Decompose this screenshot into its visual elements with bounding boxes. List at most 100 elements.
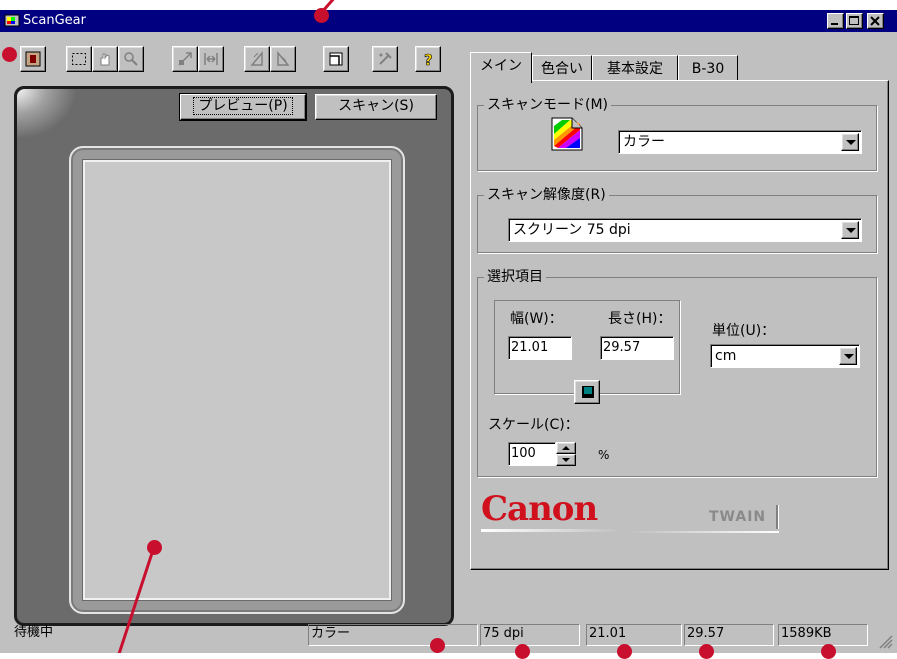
expand-button[interactable] [198, 46, 224, 72]
chevron-down-icon[interactable] [841, 133, 859, 151]
unit-value: cm [715, 348, 737, 364]
status-width: 21.01 [586, 624, 682, 646]
tab-color-label: 色合い [541, 61, 583, 77]
scan-mode-select[interactable]: カラー [618, 130, 862, 154]
rotate-right-button[interactable] [270, 46, 296, 72]
maximize-icon [849, 16, 859, 25]
tab-main[interactable]: メイン [470, 52, 532, 83]
scangear-window: ScanGear ? プレビュー(P) スキャン(S) メイン 色合い 基本設定… [0, 10, 897, 653]
preview-glint [17, 89, 77, 139]
stop-button[interactable] [20, 46, 46, 72]
status-height: 29.57 [684, 624, 774, 646]
preview-area[interactable] [82, 159, 392, 601]
resolution-title: スキャン解像度(R) [484, 186, 609, 204]
window-title: ScanGear [23, 13, 86, 28]
color-mode-icon [551, 117, 583, 151]
resize-grip-icon[interactable] [879, 635, 893, 649]
callout-status-height [699, 644, 714, 659]
status-mode: カラー [308, 624, 478, 646]
callout-status-dpi [515, 644, 530, 659]
canon-logo-text: Canon [481, 489, 598, 529]
frame-icon [329, 52, 343, 66]
help-icon: ? [424, 51, 433, 67]
width-value: 21.01 [511, 340, 549, 355]
scale-spinner[interactable] [556, 442, 576, 466]
help-button[interactable]: ? [415, 46, 441, 72]
canon-logo: Canon [481, 489, 631, 539]
callout-status-size [821, 644, 836, 659]
spin-down-icon[interactable] [556, 454, 576, 466]
fit-icon [178, 52, 192, 66]
chevron-down-icon[interactable] [841, 221, 859, 239]
preview-button-label: プレビュー(P) [193, 97, 293, 115]
tab-basic-settings[interactable]: 基本設定 [592, 55, 678, 81]
callout-preview [147, 540, 162, 555]
preview-panel [14, 86, 454, 626]
scale-label: スケール(C)： [488, 417, 579, 433]
chevron-down-icon[interactable] [839, 347, 857, 365]
zoom-icon [124, 52, 138, 66]
status-size: 1589KB [778, 624, 868, 646]
scale-unit: % [598, 448, 610, 462]
unit-select[interactable]: cm [710, 344, 860, 368]
options-group: 選択項目 幅(W)： 長さ(H)： 21.01 29.57 単位(U)： cm … [477, 268, 877, 477]
frame-button[interactable] [323, 46, 349, 72]
app-icon [4, 14, 20, 27]
twain-logo-text: TWAIN [709, 509, 767, 525]
scan-mode-group: スキャンモード(M) カラー [477, 96, 877, 171]
svg-text:?: ? [424, 51, 433, 67]
twain-bar [776, 505, 778, 529]
status-state: 待機中 [14, 625, 54, 640]
hand-tool-button[interactable] [92, 46, 118, 72]
resolution-value: スクリーン 75 dpi [513, 222, 631, 238]
height-label: 長さ(H)： [608, 311, 672, 327]
scan-mode-value: カラー [623, 134, 665, 150]
preview-button[interactable]: プレビュー(P) [180, 94, 306, 120]
tab-b30[interactable]: B-30 [678, 55, 738, 81]
tab-panel-main: スキャンモード(M) カラー スキャン解像度(R) スクリーン 75 dpi 選… [470, 80, 889, 570]
resolution-select[interactable]: スクリーン 75 dpi [508, 218, 862, 242]
height-value: 29.57 [603, 340, 641, 355]
options-title: 選択項目 [484, 268, 546, 286]
select-icon [72, 53, 86, 65]
tab-b30-label: B-30 [691, 61, 725, 77]
close-button[interactable] [867, 13, 884, 29]
status-dpi: 75 dpi [480, 624, 580, 646]
minimize-icon [831, 23, 838, 25]
scale-field[interactable]: 100 [508, 442, 556, 466]
rotate-right-icon [277, 51, 290, 66]
scan-button-label: スキャン(S) [338, 98, 414, 114]
callout-status-width [617, 644, 632, 659]
auto-icon [379, 52, 392, 65]
aspect-lock-icon [582, 386, 594, 398]
tab-main-label: メイン [480, 58, 522, 74]
fit-button[interactable] [172, 46, 198, 72]
unit-label: 単位(U)： [712, 323, 776, 339]
preview-tray [69, 146, 405, 614]
select-tool-button[interactable] [66, 46, 92, 72]
maximize-button[interactable] [846, 13, 863, 29]
twain-underline [629, 531, 779, 533]
zoom-tool-button[interactable] [118, 46, 144, 72]
resolution-group: スキャン解像度(R) スクリーン 75 dpi [477, 186, 877, 253]
title-bar[interactable]: ScanGear [0, 10, 897, 32]
callout-toolbar [2, 47, 17, 62]
tab-color[interactable]: 色合い [532, 55, 592, 81]
width-field[interactable]: 21.01 [508, 336, 572, 360]
scan-button[interactable]: スキャン(S) [315, 94, 437, 120]
minimize-button[interactable] [827, 13, 844, 29]
close-icon [870, 16, 880, 26]
scan-mode-title: スキャンモード(M) [484, 96, 612, 114]
callout-title [314, 8, 329, 23]
height-field[interactable]: 29.57 [600, 336, 674, 360]
rotate-left-button[interactable] [244, 46, 270, 72]
rotate-left-icon [250, 51, 263, 66]
auto-tune-button[interactable] [372, 46, 398, 72]
scale-value: 100 [511, 446, 536, 461]
callout-status-mode [430, 638, 445, 653]
aspect-lock-button[interactable] [574, 380, 600, 404]
tab-basic-settings-label: 基本設定 [607, 61, 663, 77]
width-label: 幅(W)： [510, 311, 563, 327]
twain-logo: TWAIN [629, 505, 779, 537]
spin-up-icon[interactable] [556, 442, 576, 454]
